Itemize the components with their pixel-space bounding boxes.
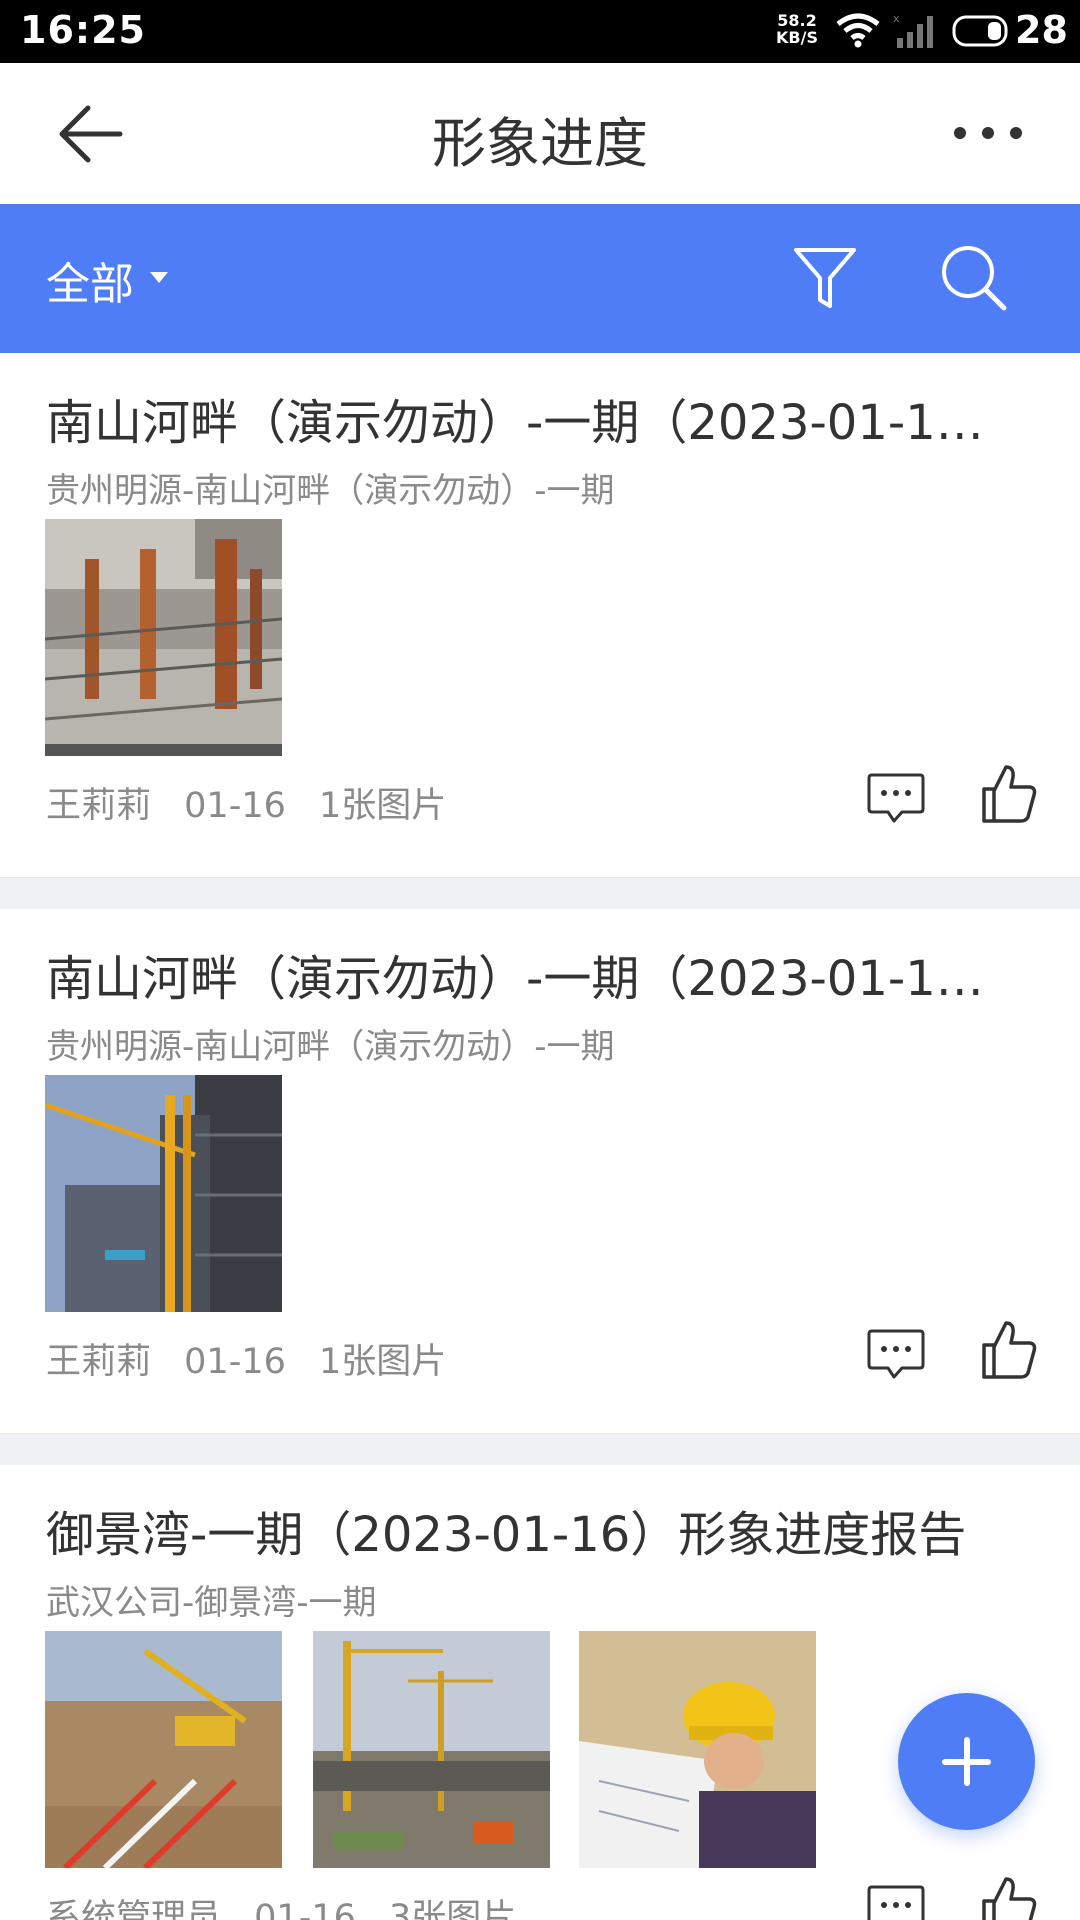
photo-thumbnail[interactable] [313,1631,550,1868]
report-meta: 王莉莉 01-16 1张图片 [46,1333,468,1384]
caret-down-icon[interactable] [150,272,168,283]
report-card[interactable]: 南山河畔（演示勿动）-一期（2023-01-16）形象进度报告 贵州明源-南山河… [0,909,1080,1433]
report-author: 系统管理员 [46,1898,222,1920]
comment-icon[interactable] [866,1883,926,1920]
report-image-count: 1张图片 [319,1342,447,1382]
comment-icon[interactable] [866,1327,926,1383]
report-card[interactable]: 御景湾-一期（2023-01-16）形象进度报告 武汉公司-御景湾-一期 系统管… [0,1465,1080,1920]
network-speed-unit: KB/S [776,28,818,47]
battery-level: 28 [1015,8,1068,52]
report-date: 01-16 [254,1898,356,1920]
report-author: 王莉莉 [46,1342,152,1382]
filter-bar: 全部 [0,204,1080,353]
network-speed: 58.2 KB/S [776,12,818,46]
page-title: 形象进度 [432,112,648,175]
scope-dropdown[interactable]: 全部 [46,248,134,312]
network-speed-value: 58.2 [777,11,817,30]
report-title[interactable]: 南山河畔（演示勿动）-一期（2023-01-16）形象进度报告 [46,939,1011,1009]
report-project: 武汉公司-御景湾-一期 [46,1583,377,1623]
report-card[interactable]: 南山河畔（演示勿动）-一期（2023-01-14）形象进度报告 贵州明源-南山河… [0,353,1080,877]
more-horizontal-icon[interactable] [950,113,1026,153]
report-project: 贵州明源-南山河畔（演示勿动）-一期 [46,471,615,511]
cell-signal-icon: x [893,12,933,48]
photo-thumbnail[interactable] [45,1075,282,1312]
report-date: 01-16 [184,1342,286,1382]
svg-text:x: x [893,12,900,25]
title-bar: 形象进度 [0,63,1080,204]
add-report-button[interactable] [898,1693,1035,1830]
photo-thumbnail[interactable] [45,519,282,756]
report-title[interactable]: 御景湾-一期（2023-01-16）形象进度报告 [46,1495,1011,1565]
report-meta: 王莉莉 01-16 1张图片 [46,777,468,828]
thumbs-up-icon[interactable] [980,1875,1038,1920]
thumbs-up-icon[interactable] [980,1319,1038,1381]
thumbs-up-icon[interactable] [980,763,1038,825]
report-image-count: 1张图片 [319,786,447,826]
report-meta: 系统管理员 01-16 3张图片 [46,1889,538,1920]
comment-icon[interactable] [866,771,926,827]
plus-icon-stroke [964,1737,970,1786]
photo-thumbnail[interactable] [45,1631,282,1868]
wifi-icon [836,13,880,48]
card-divider [0,877,1080,909]
report-date: 01-16 [184,786,286,826]
search-icon[interactable] [938,242,1010,314]
status-time: 16:25 [20,8,146,52]
report-project: 贵州明源-南山河畔（演示勿动）-一期 [46,1027,615,1067]
report-title[interactable]: 南山河畔（演示勿动）-一期（2023-01-14）形象进度报告 [46,383,1011,453]
battery-icon [952,15,1008,47]
filter-funnel-icon[interactable] [790,242,860,312]
photo-thumbnail[interactable] [579,1631,816,1868]
report-image-count: 3张图片 [389,1898,517,1920]
card-divider [0,1433,1080,1465]
report-author: 王莉莉 [46,786,152,826]
status-bar: 16:25 58.2 KB/S x 28 [0,0,1080,63]
